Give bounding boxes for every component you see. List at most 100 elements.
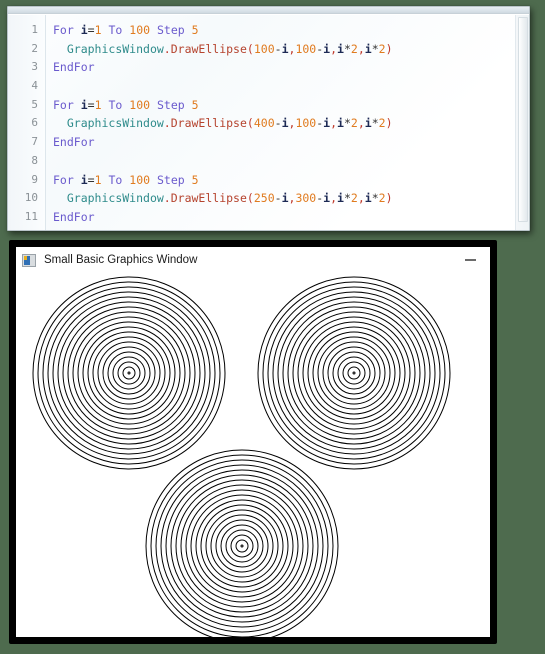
circle <box>297 316 411 430</box>
circle <box>107 351 151 395</box>
code-line[interactable]: 8 <box>8 152 529 171</box>
code-token: , <box>330 41 338 56</box>
circle <box>82 326 176 420</box>
code-token: EndFor <box>53 209 95 224</box>
circle <box>342 361 366 385</box>
editor-vertical-scrollbar[interactable] <box>515 15 529 230</box>
code-line-text: For i=1 To 100 Step 5 <box>53 171 199 190</box>
circle <box>72 316 186 430</box>
concentric-circles-top-left <box>32 276 226 470</box>
code-line[interactable]: 7 EndFor <box>8 133 529 152</box>
code-line[interactable]: 2 GraphicsWindow.DrawEllipse(100-i,100-i… <box>8 40 529 59</box>
code-token: ( <box>246 191 254 206</box>
concentric-circles-top-right <box>257 276 451 470</box>
code-token: i <box>364 191 372 206</box>
code-token: Step <box>156 172 185 187</box>
code-token: Step <box>156 23 185 37</box>
small-basic-graphics-window[interactable]: Small Basic Graphics Window <box>9 240 497 644</box>
code-token: = <box>87 97 95 112</box>
circle <box>47 291 211 455</box>
code-line-text: EndFor <box>53 133 95 152</box>
code-editor-panel[interactable]: 1 For i=1 To 100 Step 52 GraphicsWindow.D… <box>7 6 530 231</box>
code-line[interactable]: 11 EndFor <box>8 208 529 227</box>
circle <box>215 519 269 573</box>
code-token: 1 <box>94 97 102 112</box>
code-token: , <box>357 191 365 206</box>
circle <box>277 296 431 450</box>
concentric-circles-bottom-center <box>145 449 339 637</box>
circle <box>262 281 446 465</box>
circle <box>322 341 386 405</box>
code-line[interactable]: 4 <box>8 77 529 96</box>
circle <box>52 296 206 450</box>
code-token: DrawEllipse <box>170 116 247 131</box>
circle <box>155 459 329 633</box>
code-line-text: For i=1 To 100 Step 5 <box>53 21 199 40</box>
circle <box>352 371 356 375</box>
code-token: , <box>357 116 365 131</box>
circle <box>185 489 299 603</box>
code-line[interactable]: 5 For i=1 To 100 Step 5 <box>8 96 529 115</box>
code-token: i <box>281 191 289 206</box>
line-number: 2 <box>31 41 38 55</box>
code-token: . <box>163 41 171 56</box>
code-token: i <box>80 97 88 112</box>
code-line[interactable]: 10 GraphicsWindow.DrawEllipse(250-i,300-… <box>8 189 529 208</box>
circle <box>240 544 244 548</box>
editor-scrollbar-thumb[interactable] <box>518 17 528 222</box>
minimize-button[interactable] <box>455 250 485 270</box>
circle <box>257 276 451 470</box>
circle <box>332 351 376 395</box>
code-token: 5 <box>191 172 199 187</box>
code-token: - <box>274 116 282 131</box>
code-token: 400 <box>253 116 275 131</box>
line-number: 8 <box>31 153 38 167</box>
minimize-icon <box>464 259 476 261</box>
circle <box>292 311 416 435</box>
code-token: i <box>80 172 88 187</box>
code-line[interactable]: 3 EndFor <box>8 58 529 77</box>
code-token: GraphicsWindow <box>66 116 164 131</box>
code-line-text: GraphicsWindow.DrawEllipse(100-i,100-i,i… <box>53 40 393 59</box>
editor-surface[interactable]: 1 For i=1 To 100 Step 52 GraphicsWindow.D… <box>8 15 529 230</box>
line-number: 1 <box>31 23 38 36</box>
circle <box>200 504 284 588</box>
graphics-canvas <box>32 276 451 637</box>
code-token: , <box>357 41 365 56</box>
code-token: * <box>343 116 351 131</box>
line-number: 4 <box>31 79 38 93</box>
circle <box>317 336 391 410</box>
graphics-window-titlebar[interactable]: Small Basic Graphics Window <box>16 247 490 273</box>
code-token: * <box>371 116 379 131</box>
code-line[interactable]: 1 For i=1 To 100 Step 5 <box>8 21 529 40</box>
line-number: 9 <box>31 172 38 186</box>
code-line-text: EndFor <box>53 208 95 227</box>
code-token: 2 <box>350 41 358 56</box>
code-token: DrawEllipse <box>170 191 247 206</box>
code-token: EndFor <box>53 135 95 150</box>
code-token: 2 <box>378 41 386 56</box>
code-token: ) <box>385 191 393 206</box>
code-token: = <box>87 23 95 37</box>
circle <box>92 336 166 410</box>
code-token: . <box>163 191 171 206</box>
code-token: 1 <box>94 23 102 37</box>
circle <box>347 366 361 380</box>
code-token: Step <box>156 97 185 112</box>
code-line[interactable]: 9 For i=1 To 100 Step 5 <box>8 171 529 190</box>
circle <box>37 281 221 465</box>
code-token: ( <box>246 116 254 131</box>
circle <box>312 331 396 415</box>
code-line-text: GraphicsWindow.DrawEllipse(400-i,100-i,i… <box>53 114 393 133</box>
code-token: * <box>371 191 379 206</box>
circle <box>195 499 289 593</box>
code-token: 100 <box>129 97 151 112</box>
circle <box>210 514 274 578</box>
code-text-area[interactable]: 1 For i=1 To 100 Step 52 GraphicsWindow.D… <box>8 15 529 230</box>
code-line[interactable]: 6 GraphicsWindow.DrawEllipse(400-i,100-i… <box>8 114 529 133</box>
code-token: ( <box>246 41 254 56</box>
